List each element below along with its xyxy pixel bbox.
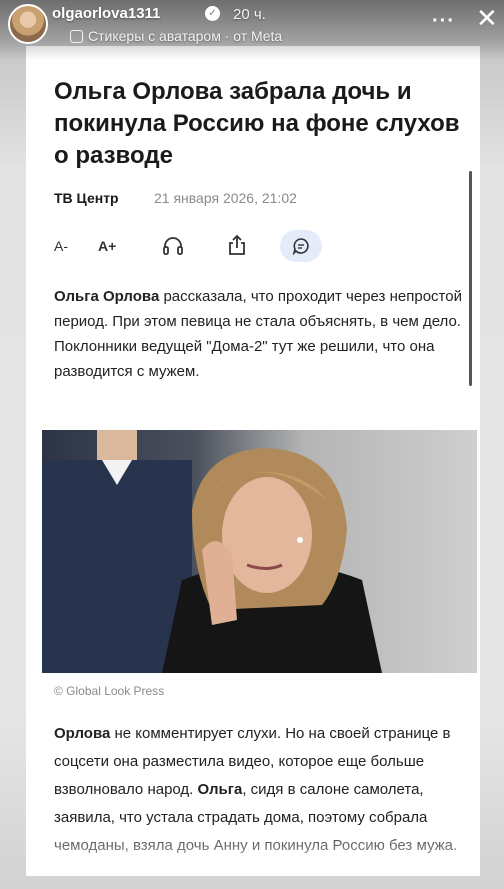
share-icon[interactable]	[226, 232, 250, 260]
story-time: 20 ч.	[233, 6, 266, 23]
close-icon[interactable]: ✕	[476, 5, 500, 31]
sticker-icon	[70, 30, 83, 43]
comments-button[interactable]	[280, 230, 322, 262]
article-photo[interactable]	[42, 430, 477, 673]
more-icon[interactable]: ···	[432, 10, 455, 33]
article-title: Ольга Орлова забрала дочь и покинула Рос…	[54, 78, 460, 169]
article-screenshot: Ольга Орлова забрала дочь и покинула Рос…	[26, 46, 480, 876]
paragraph-2-name[interactable]: Орлова	[54, 725, 110, 742]
font-smaller-button[interactable]: A-	[54, 232, 68, 260]
photo-credit: © Global Look Press	[54, 684, 165, 698]
story-username[interactable]: olgaorlova1311	[52, 5, 160, 22]
paragraph-1-name[interactable]: Ольга Орлова	[54, 288, 159, 305]
story-header: olgaorlova1311 ✓ 20 ч. Стикеры с аватаро…	[0, 0, 504, 60]
scrollbar[interactable]	[469, 171, 472, 386]
bottom-fade	[26, 826, 480, 876]
article-paragraph-1: Ольга Орлова рассказала, что проходит че…	[54, 284, 464, 384]
article-source[interactable]: ТВ Центр	[54, 190, 119, 206]
verified-icon: ✓	[205, 6, 220, 21]
sticker-label[interactable]: Стикеры с аватаром · от Meta	[88, 28, 282, 44]
headphones-icon[interactable]	[162, 232, 186, 260]
article-date: 21 января 2026, 21:02	[154, 190, 297, 206]
paragraph-2-name-b[interactable]: Ольга	[198, 781, 243, 798]
avatar[interactable]	[8, 4, 48, 44]
comment-icon	[292, 237, 310, 260]
font-larger-button[interactable]: A+	[98, 232, 116, 260]
